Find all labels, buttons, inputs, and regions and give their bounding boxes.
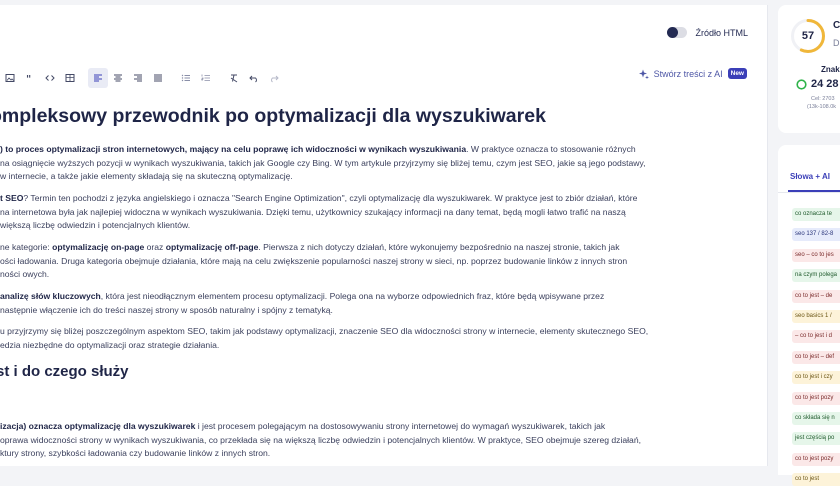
table-button[interactable] <box>60 68 80 88</box>
paragraph-line: większą liczbę odwiedzin i potencjalnych… <box>0 220 191 230</box>
paragraph-line: u przyjrzymy się bliżej poszczególnym as… <box>0 326 649 336</box>
score-letter-d: D <box>833 38 840 48</box>
chars-target: Cel: 2703 <box>811 96 835 102</box>
code-icon <box>45 75 55 81</box>
keyword-chip[interactable]: seo – co to jes <box>792 248 840 262</box>
align-left-button[interactable] <box>88 68 108 88</box>
html-source-label: Źródło HTML <box>695 27 748 38</box>
chars-range: (13k-108.0k <box>807 104 837 110</box>
numbered-list-icon <box>201 74 210 81</box>
svg-text:": " <box>26 74 31 83</box>
align-center-icon <box>114 74 122 82</box>
section-heading: st i do czego służy <box>0 363 129 380</box>
paragraph-line: izacja) oznacza optymalizację dla wyszuk… <box>0 421 606 431</box>
code-button[interactable] <box>40 68 60 88</box>
words-card: Słowa + AI co oznacza te seo 137 / 82-8 se… <box>778 145 840 486</box>
align-center-button[interactable] <box>108 68 128 88</box>
paragraph-line: analizę słów kluczowych, która jest nieo… <box>0 291 605 301</box>
right-sidebar: 57 C D Znak 24 28 Cel: 2703 (13k-108.0k … <box>778 5 840 486</box>
paragraph-line: t SEO? Termin ten pochodzi z języka angi… <box>0 193 638 203</box>
keyword-chip[interactable]: co to jest – def <box>792 350 840 364</box>
paragraph-line: edzia niezbędne do optymalizacji oraz st… <box>0 339 220 350</box>
bullet-list-button[interactable] <box>176 68 196 88</box>
paragraph-line: ne kategorie: optymalizację on-page oraz… <box>0 242 620 252</box>
html-source-toggle[interactable] <box>667 27 688 38</box>
tab-words-ai[interactable]: Słowa + AI <box>790 172 830 181</box>
ai-create-content-button[interactable]: Stwórz treści z AI New <box>638 68 747 79</box>
keyword-chip[interactable]: jest częścią po <box>792 432 840 446</box>
align-justify-icon <box>154 74 162 82</box>
align-right-button[interactable] <box>128 68 148 88</box>
align-left-icon <box>94 74 102 82</box>
paragraph-line: następnie włączenie ich do treści naszej… <box>0 304 333 315</box>
undo-button[interactable] <box>244 68 264 88</box>
keyword-chip[interactable]: – co to jest i d <box>792 330 840 344</box>
score-letter-c: C <box>833 20 840 31</box>
clear-format-button[interactable] <box>224 68 244 88</box>
toggle-knob <box>667 27 679 38</box>
quote-button[interactable]: " <box>20 68 40 88</box>
redo-button[interactable] <box>264 68 284 88</box>
score-value: 57 <box>801 30 815 42</box>
keyword-chip[interactable]: seo 137 / 82-8 <box>792 228 840 242</box>
quote-icon: " <box>26 74 31 83</box>
keyword-chip[interactable]: co to jest <box>792 473 840 486</box>
paragraph-line: ) to proces optymalizacji stron internet… <box>0 144 636 154</box>
numbered-list-button[interactable] <box>196 68 216 88</box>
paragraph-line: ności owych. <box>0 269 50 279</box>
ai-create-label: Stwórz treści z AI <box>653 68 723 79</box>
new-badge: New <box>727 68 747 79</box>
keyword-chip[interactable]: co to jest pozy <box>792 391 840 405</box>
keyword-chip[interactable]: seo basics 1 / <box>792 310 840 323</box>
sparkle-icon <box>638 69 649 79</box>
editor-panel: Źródło HTML " Stwórz treści z AI New omp… <box>0 5 768 466</box>
align-right-icon <box>134 74 142 82</box>
chars-count: 24 28 <box>811 78 839 90</box>
chars-label: Znak <box>821 65 840 74</box>
html-source-toggle-wrap[interactable]: Źródło HTML <box>667 27 748 38</box>
paragraph-line: na internetowa była jak najlepiej widocz… <box>0 206 626 217</box>
image-button[interactable] <box>0 68 20 88</box>
keyword-chip[interactable]: co to jest – de <box>792 289 840 303</box>
image-icon <box>5 74 15 82</box>
progress-ring-icon <box>796 79 807 90</box>
editor-topbar: Źródło HTML <box>0 5 767 60</box>
keyword-chip[interactable]: co oznacza te <box>792 208 840 221</box>
undo-icon <box>249 75 257 83</box>
redo-icon <box>271 75 279 83</box>
score-card: 57 C D Znak 24 28 Cel: 2703 (13k-108.0k <box>778 5 840 133</box>
bullet-list-icon <box>181 74 190 82</box>
clear-format-icon <box>230 74 238 83</box>
paragraph-line: ktury strony, szybkości ładowania czy bu… <box>0 448 271 458</box>
keyword-chip[interactable]: co to jest i czy <box>792 371 840 385</box>
align-justify-button[interactable] <box>148 68 168 88</box>
keyword-chip[interactable]: na czym polega <box>792 269 840 283</box>
paragraph-line: w internecie, a także jakie elementy skł… <box>0 171 293 181</box>
paragraph-line: na osiągnięcie wyższych pozycji w wynika… <box>0 157 646 168</box>
divider <box>778 192 840 193</box>
article-title: ompleksowy przewodnik po optymalizacji d… <box>0 105 546 127</box>
paragraph-line: ości ładowania. Druga kategoria obejmuje… <box>0 255 628 266</box>
keyword-chip[interactable]: co to jest pozy <box>792 452 840 466</box>
paragraph-line: oprawa widoczności strony w wynikach wys… <box>0 434 642 445</box>
keyword-chip[interactable]: co składa się n <box>792 412 840 425</box>
table-icon <box>65 74 75 82</box>
